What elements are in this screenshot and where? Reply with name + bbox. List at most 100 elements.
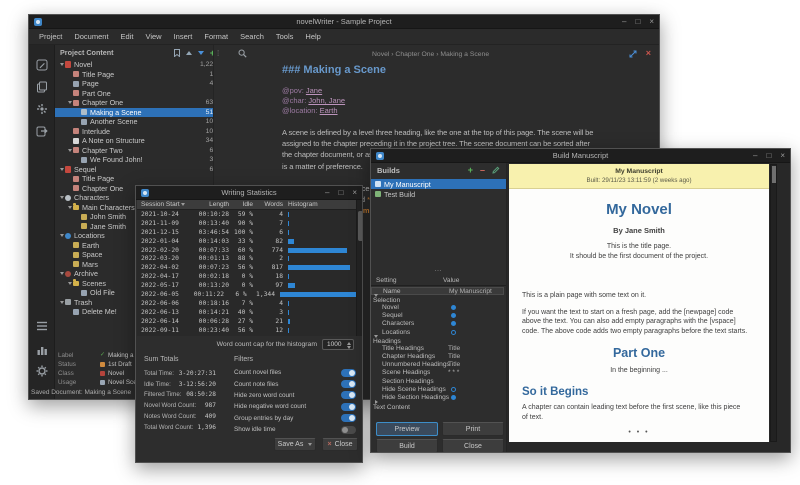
- menu-view[interactable]: View: [139, 29, 167, 45]
- setting-row[interactable]: Chapter HeadingsTitle: [371, 353, 504, 361]
- maximize-icon[interactable]: □: [635, 15, 640, 29]
- toggle-switch[interactable]: [341, 403, 356, 411]
- menu-tools[interactable]: Tools: [270, 29, 300, 45]
- toggle-switch[interactable]: [341, 380, 356, 388]
- minimize-icon[interactable]: –: [325, 186, 329, 200]
- table-scrollbar[interactable]: [356, 200, 363, 336]
- close-icon[interactable]: ×: [649, 15, 654, 29]
- setting-row[interactable]: Sequel: [371, 312, 504, 320]
- expander-icon[interactable]: [374, 294, 378, 297]
- spin-down-icon[interactable]: [347, 346, 351, 349]
- setting-row[interactable]: Characters: [371, 320, 504, 328]
- setting-row[interactable]: Scene Headings* * *: [371, 369, 504, 377]
- session-row[interactable]: 2022-02-2000:07:3360 %774: [137, 246, 356, 255]
- toggle-switch[interactable]: [341, 369, 356, 377]
- setting-row[interactable]: Text Content: [371, 402, 504, 410]
- move-up-icon[interactable]: [186, 51, 192, 55]
- expander-icon[interactable]: [60, 196, 64, 199]
- tag-value-link[interactable]: Earth: [320, 106, 338, 115]
- close-icon[interactable]: ×: [352, 186, 357, 200]
- preview-button[interactable]: Preview: [376, 422, 438, 436]
- expander-icon[interactable]: [375, 400, 378, 404]
- expander-icon[interactable]: [60, 301, 64, 304]
- session-row[interactable]: 2022-04-0200:07:2356 %817: [137, 263, 356, 272]
- remove-build-icon[interactable]: –: [480, 166, 485, 174]
- menu-search[interactable]: Search: [234, 29, 270, 45]
- toggle-switch[interactable]: [341, 391, 356, 399]
- expander-icon[interactable]: [68, 206, 72, 209]
- tag-value-link[interactable]: John, Jane: [308, 96, 345, 105]
- add-build-icon[interactable]: +: [468, 166, 473, 174]
- expander-icon[interactable]: [60, 234, 64, 237]
- setting-row[interactable]: Title HeadingsTitle: [371, 344, 504, 352]
- project-details-icon[interactable]: [36, 81, 48, 93]
- session-row[interactable]: 2022-04-1700:02:180 %18: [137, 272, 356, 281]
- session-row[interactable]: 2021-12-1503:46:54100 %6: [137, 228, 356, 237]
- build-list-item[interactable]: My Manuscript: [371, 179, 506, 189]
- session-row[interactable]: 2021-10-2400:10:2859 %4: [137, 210, 356, 219]
- tag-value-link[interactable]: Jane: [306, 86, 322, 95]
- editor-icon[interactable]: [36, 59, 48, 71]
- session-row[interactable]: 2022-06-0600:18:167 %4: [137, 299, 356, 308]
- outline-list-icon[interactable]: [36, 320, 48, 332]
- setting-row[interactable]: Hide Scene Headings: [371, 385, 504, 393]
- editor-splitter-handle[interactable]: ⁞: [217, 49, 219, 58]
- save-as-button[interactable]: Save As: [274, 438, 316, 451]
- col-length[interactable]: Length: [193, 201, 229, 208]
- close-button[interactable]: ×Close: [322, 438, 358, 451]
- stats-chart-icon[interactable]: [36, 344, 48, 356]
- menu-format[interactable]: Format: [198, 29, 234, 45]
- col-words[interactable]: Words: [253, 201, 283, 208]
- editor-expand-icon[interactable]: [629, 50, 637, 58]
- move-down-icon[interactable]: [198, 51, 204, 55]
- expander-icon[interactable]: [374, 335, 378, 338]
- toggle-switch[interactable]: [341, 426, 356, 434]
- splitter-handle[interactable]: ⋯: [371, 268, 506, 274]
- setting-row[interactable]: Novel: [371, 303, 504, 311]
- editor-close-icon[interactable]: ×: [646, 48, 651, 58]
- search-icon[interactable]: [238, 49, 247, 58]
- stats-titlebar[interactable]: Writing Statistics – □ ×: [136, 186, 362, 200]
- session-row[interactable]: 2022-09-1100:23:4056 %12: [137, 326, 356, 335]
- session-row[interactable]: 2022-05-1700:13:200 %97: [137, 281, 356, 290]
- close-icon[interactable]: ×: [780, 149, 785, 163]
- expander-icon[interactable]: [60, 168, 64, 171]
- toggle-switch[interactable]: [341, 414, 356, 422]
- menu-insert[interactable]: Insert: [168, 29, 199, 45]
- expander-icon[interactable]: [68, 101, 72, 104]
- build-button[interactable]: Build: [376, 439, 438, 453]
- setting-row[interactable]: Headings: [371, 336, 504, 344]
- spin-up-icon[interactable]: [347, 342, 351, 345]
- col-session-start[interactable]: Session Start: [137, 201, 193, 208]
- col-idle[interactable]: Idle: [229, 201, 253, 208]
- bookmark-icon[interactable]: [174, 49, 180, 57]
- expander-icon[interactable]: [68, 149, 72, 152]
- print-button[interactable]: Print: [442, 422, 504, 436]
- expander-icon[interactable]: [68, 282, 72, 285]
- col-histogram[interactable]: Histogram: [283, 201, 356, 208]
- session-row[interactable]: 2022-03-2000:01:1388 %2: [137, 254, 356, 263]
- main-titlebar[interactable]: novelWriter - Sample Project – □ ×: [29, 15, 659, 29]
- expander-icon[interactable]: [60, 63, 64, 66]
- edit-build-icon[interactable]: [492, 166, 500, 174]
- setting-row[interactable]: Section Headings: [371, 377, 504, 385]
- session-row[interactable]: 2022-01-0400:14:0333 %82: [137, 237, 356, 246]
- settings-gear-icon[interactable]: [36, 365, 48, 377]
- maximize-icon[interactable]: □: [766, 149, 771, 163]
- cap-spinbox[interactable]: 1000: [322, 339, 354, 350]
- close-button[interactable]: Close: [442, 439, 504, 453]
- maximize-icon[interactable]: □: [338, 186, 343, 200]
- minimize-icon[interactable]: –: [622, 15, 626, 29]
- setting-row[interactable]: Unnumbered HeadingsTitle: [371, 361, 504, 369]
- export-icon[interactable]: [36, 125, 48, 137]
- build-list-item[interactable]: Test Build: [371, 189, 506, 199]
- session-row[interactable]: 2021-11-0900:13:4090 %7: [137, 219, 356, 228]
- session-row[interactable]: 2022-06-1300:14:2140 %3: [137, 308, 356, 317]
- novel-view-icon[interactable]: [36, 103, 48, 115]
- build-titlebar[interactable]: Build Manuscript – □ ×: [371, 149, 790, 163]
- menu-document[interactable]: Document: [68, 29, 114, 45]
- session-row[interactable]: 2022-06-1400:06:2827 %21: [137, 317, 356, 326]
- menu-help[interactable]: Help: [299, 29, 326, 45]
- setting-row[interactable]: Selection: [371, 295, 504, 303]
- menu-edit[interactable]: Edit: [115, 29, 140, 45]
